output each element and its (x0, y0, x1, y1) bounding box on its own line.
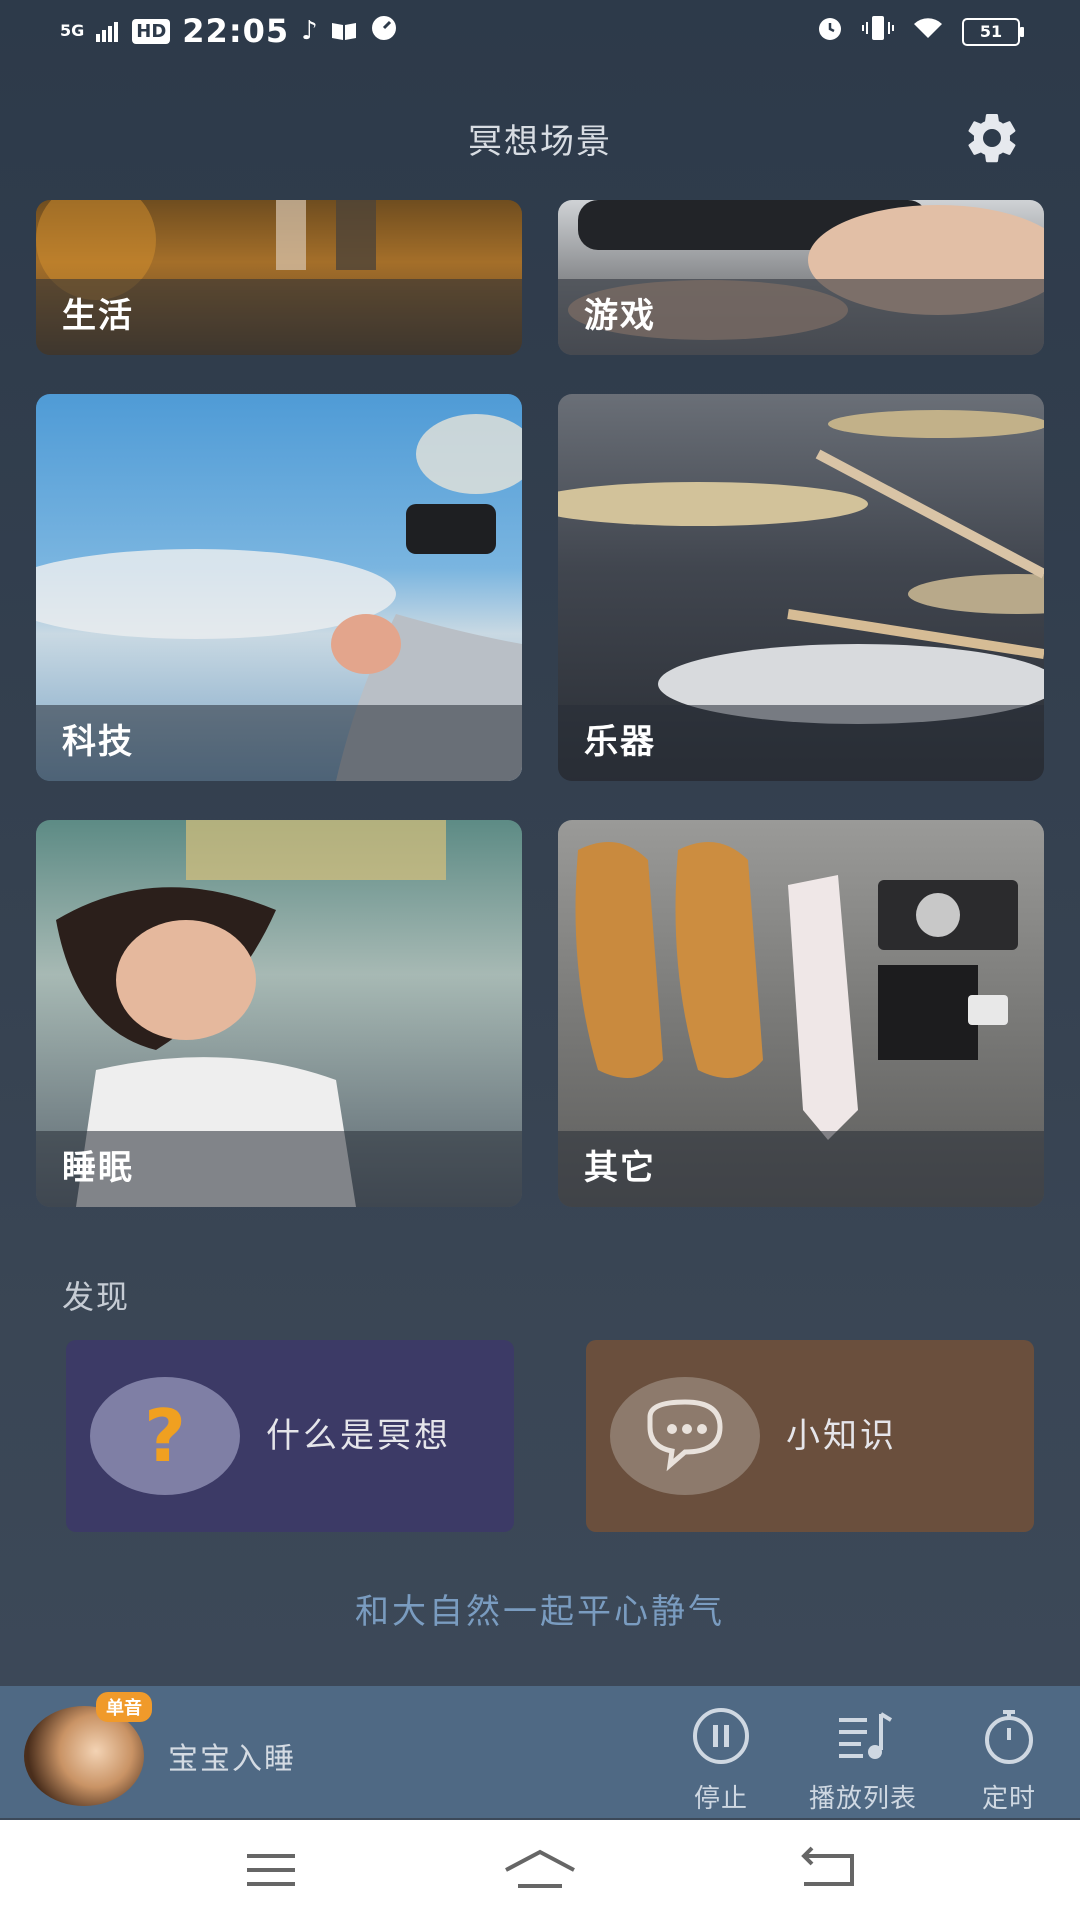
battery-level: 51 (979, 22, 1003, 41)
mini-player[interactable]: 单音 宝宝入睡 停止 播放列表 定时 (0, 1686, 1080, 1818)
signal-icon (96, 12, 120, 50)
stop-button[interactable]: 停止 (656, 1706, 786, 1815)
home-icon (505, 1849, 575, 1888)
book-icon (330, 12, 358, 50)
playlist-button[interactable]: 播放列表 (798, 1706, 928, 1815)
wifi-icon (912, 16, 944, 47)
scene-card-game[interactable]: 游戏 (558, 200, 1044, 355)
clock: 22:05 (182, 12, 290, 50)
what-is-meditation-card[interactable]: ? 什么是冥想 (66, 1340, 514, 1532)
question-icon: ? (144, 1394, 186, 1478)
discover-card-label: 小知识 (786, 1416, 897, 1456)
discover-section-title: 发现 (62, 1278, 131, 1316)
control-label: 定时 (981, 1784, 1036, 1814)
header: 冥想场景 (0, 90, 1080, 180)
alarm-icon (816, 14, 844, 49)
chat-bubble-icon (647, 1399, 723, 1472)
scene-card-instrument[interactable]: 乐器 (558, 394, 1044, 781)
menu-icon (247, 1854, 295, 1886)
page-title: 冥想场景 (468, 122, 612, 162)
battery-icon: 51 (962, 17, 1024, 46)
chat-icon-circle (610, 1377, 760, 1495)
tips-card[interactable]: 小知识 (586, 1340, 1034, 1532)
scene-card-sleep[interactable]: 睡眠 (36, 820, 522, 1207)
discover-card-label: 什么是冥想 (266, 1416, 451, 1456)
slogan: 和大自然一起平心静气 (355, 1592, 725, 1632)
track-title[interactable]: 宝宝入睡 (168, 1734, 296, 1778)
scene-card-tech[interactable]: 科技 (36, 394, 522, 781)
speed-gauge-icon (370, 12, 398, 50)
recent-apps-button[interactable] (231, 1840, 311, 1900)
scene-card-life[interactable]: 生活 (36, 200, 522, 355)
single-sound-badge: 单音 (96, 1692, 152, 1722)
back-icon (801, 1846, 854, 1886)
timer-icon (985, 1710, 1033, 1764)
question-icon-circle: ? (90, 1377, 240, 1495)
playlist-icon (839, 1712, 893, 1759)
control-label: 播放列表 (808, 1784, 917, 1814)
settings-button[interactable] (962, 108, 1022, 168)
scene-label: 生活 (62, 296, 134, 336)
scene-label: 睡眠 (62, 1148, 134, 1188)
scene-card-other[interactable]: 其它 (558, 820, 1044, 1207)
scene-label: 其它 (584, 1148, 656, 1188)
tiktok-icon: ♪ (301, 16, 318, 46)
status-bar: 5G HD 22:05 ♪ 51 (0, 0, 1080, 70)
back-button[interactable] (790, 1840, 870, 1900)
timer-button[interactable]: 定时 (944, 1706, 1074, 1815)
control-label: 停止 (693, 1784, 748, 1814)
home-button[interactable] (500, 1840, 580, 1900)
pause-icon (693, 1708, 749, 1764)
scene-label: 科技 (62, 722, 134, 762)
gear-icon (968, 113, 1016, 163)
scene-label: 游戏 (584, 296, 656, 336)
hd-badge: HD (132, 18, 171, 44)
scene-label: 乐器 (584, 722, 656, 762)
vibrate-icon (862, 14, 894, 49)
system-nav-bar (0, 1820, 1080, 1920)
network-indicator: 5G (60, 21, 85, 40)
